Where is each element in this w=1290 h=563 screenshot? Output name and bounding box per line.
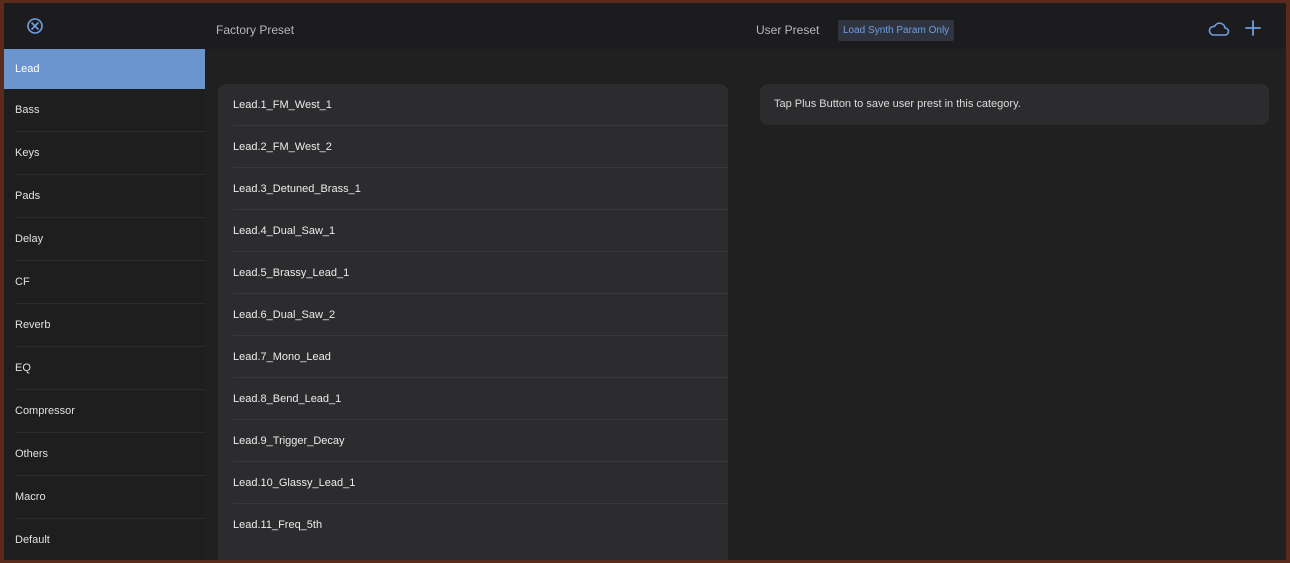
load-synth-param-only-button[interactable]: Load Synth Param Only xyxy=(838,20,955,41)
sidebar-item-keys[interactable]: Keys xyxy=(4,132,205,175)
preset-browser-window: Factory Preset User Preset Load Synth Pa… xyxy=(4,3,1286,560)
sidebar-item-cf[interactable]: CF xyxy=(4,261,205,304)
sidebar-item-lead[interactable]: Lead xyxy=(4,49,205,89)
sidebar-item-compressor[interactable]: Compressor xyxy=(4,390,205,433)
list-item[interactable]: Lead.4_Dual_Saw_1 xyxy=(218,210,728,252)
sidebar-item-eq[interactable]: EQ xyxy=(4,347,205,390)
list-item[interactable]: Lead.7_Mono_Lead xyxy=(218,336,728,378)
close-icon[interactable] xyxy=(26,17,44,35)
cloud-icon[interactable] xyxy=(1208,20,1230,38)
top-bar: Factory Preset User Preset Load Synth Pa… xyxy=(4,3,1286,49)
sidebar-item-others[interactable]: Others xyxy=(4,433,205,476)
list-item[interactable]: Lead.6_Dual_Saw_2 xyxy=(218,294,728,336)
empty-message: Tap Plus Button to save user prest in th… xyxy=(774,98,1021,110)
sidebar-item-delay[interactable]: Delay xyxy=(4,218,205,261)
list-item[interactable]: Lead.5_Brassy_Lead_1 xyxy=(218,252,728,294)
plus-icon[interactable] xyxy=(1242,17,1264,39)
list-item[interactable]: Lead.8_Bend_Lead_1 xyxy=(218,378,728,420)
sidebar-item-bass[interactable]: Bass xyxy=(4,89,205,132)
sidebar-item-default[interactable]: Default xyxy=(4,519,205,560)
user-preset-title: User Preset xyxy=(756,23,820,37)
sidebar-item-pads[interactable]: Pads xyxy=(4,175,205,218)
category-sidebar: Lead Bass Keys Pads Delay CF Reverb EQ C… xyxy=(4,49,205,560)
factory-preset-title: Factory Preset xyxy=(216,23,295,37)
list-item[interactable]: Lead.10_Glassy_Lead_1 xyxy=(218,462,728,504)
sidebar-item-reverb[interactable]: Reverb xyxy=(4,304,205,347)
list-item[interactable]: Lead.1_FM_West_1 xyxy=(218,84,728,126)
list-item[interactable]: Lead.2_FM_West_2 xyxy=(218,126,728,168)
factory-preset-list: Lead.1_FM_West_1 Lead.2_FM_West_2 Lead.3… xyxy=(218,84,728,560)
list-item[interactable]: Lead.9_Trigger_Decay xyxy=(218,420,728,462)
user-preset-empty-panel: Tap Plus Button to save user prest in th… xyxy=(760,84,1269,125)
sidebar-item-macro[interactable]: Macro xyxy=(4,476,205,519)
list-item[interactable]: Lead.3_Detuned_Brass_1 xyxy=(218,168,728,210)
list-item[interactable]: Lead.11_Freq_5th xyxy=(218,504,728,546)
